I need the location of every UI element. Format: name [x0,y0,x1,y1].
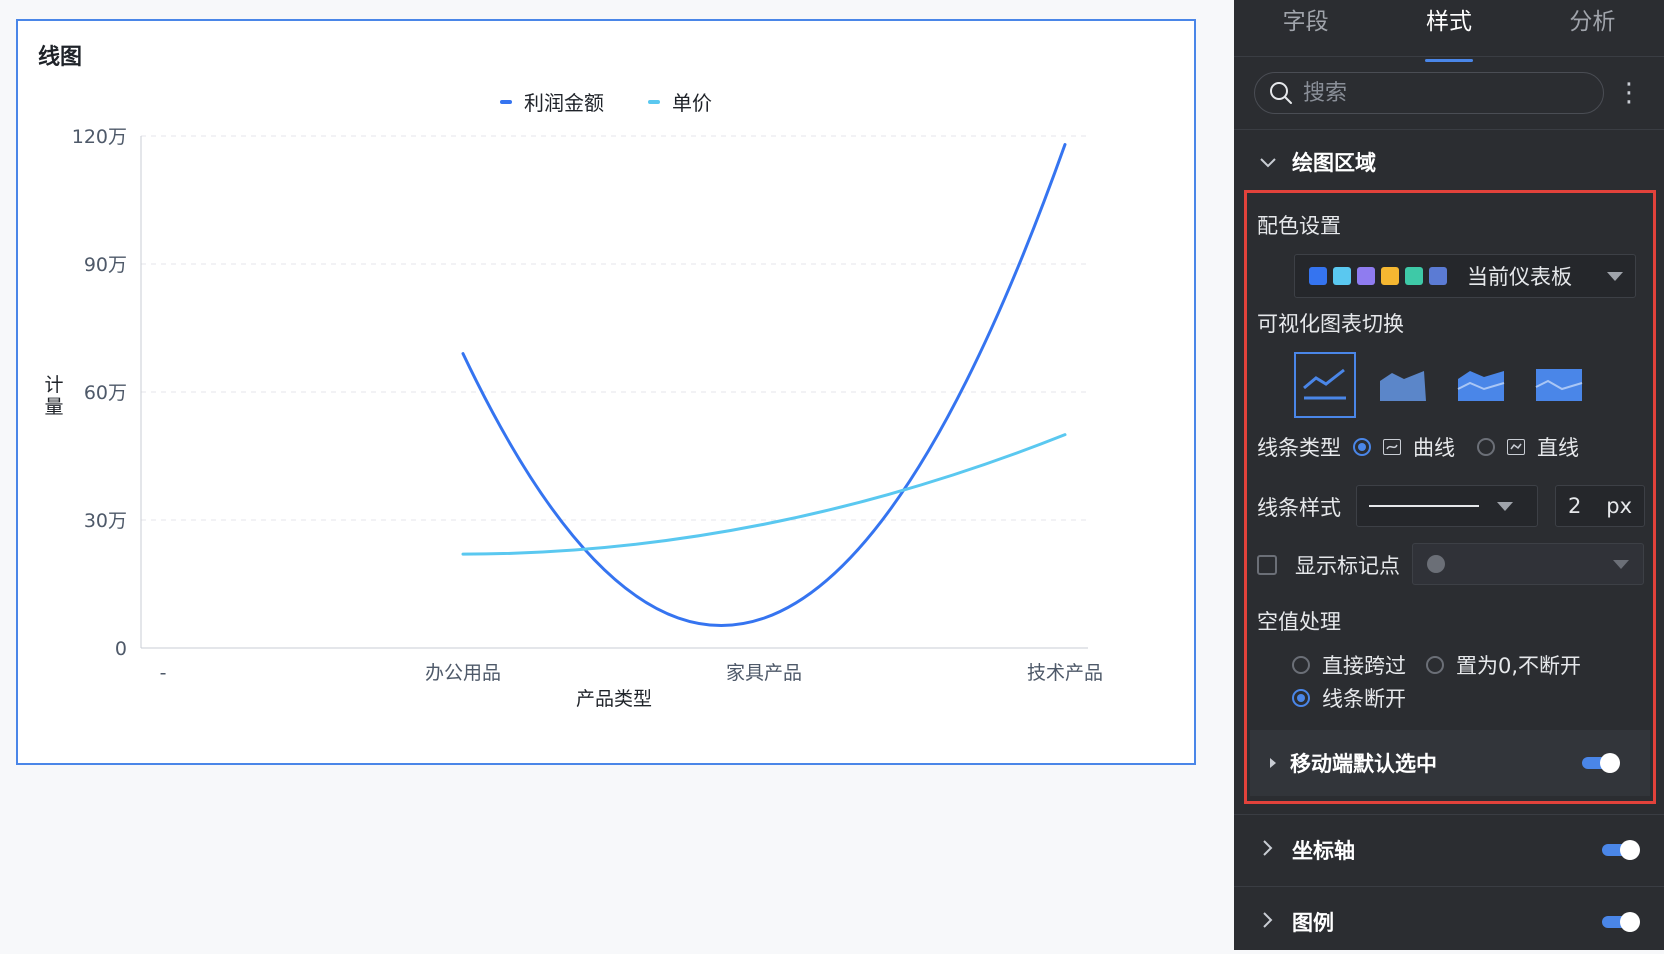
chart-type-options [1294,352,1590,418]
straight-line-icon [1507,439,1525,455]
color-swatch [1429,267,1447,285]
radio-break[interactable] [1292,689,1310,707]
curve-icon [1383,439,1401,455]
chevron-down-icon [1258,150,1278,174]
caret-down-icon [1613,559,1629,569]
mobile-default-toggle[interactable] [1582,753,1620,773]
area-chart-icon [1380,371,1426,401]
line-width-unit: px [1606,494,1632,518]
chart-type-stacked-area[interactable] [1450,352,1512,418]
x-tick-label: 办公用品 [425,662,501,684]
search-box[interactable] [1254,72,1604,114]
axis-toggle[interactable] [1602,840,1640,860]
line-style-label: 线条样式 [1257,496,1341,520]
percent-area-chart-icon [1535,369,1583,401]
chart-type-line[interactable] [1294,352,1356,418]
null-option-row-2: 线条断开 [1292,683,1406,713]
radio-straight[interactable] [1477,438,1495,456]
more-vertical-icon[interactable]: ⋮ [1614,78,1644,108]
line-chart-icon [1303,368,1346,400]
tab-fields[interactable]: 字段 [1234,0,1377,56]
section-plot-area-title: 绘图区域 [1292,151,1376,175]
mobile-default-label: 移动端默认选中 [1290,752,1437,776]
show-markers-checkbox[interactable] [1257,555,1277,575]
caret-down-icon [1607,271,1623,281]
line-chart: 0 30万 60万 90万 120万 - 办公用品 家具产品 技术产品产品类型 计量 [44,126,1103,710]
x-tick-label: 技术产品 [1027,662,1103,684]
color-swatch [1405,267,1423,285]
curve-label[interactable]: 曲线 [1413,432,1455,462]
null-option-row-1: 直接跨过 置为0,不断开 [1292,650,1581,680]
y-tick-label: 120万 [72,126,127,148]
search-input[interactable] [1301,79,1565,107]
radio-skip[interactable] [1292,656,1310,674]
caret-down-icon [1497,501,1513,511]
y-axis-title: 计 [44,374,63,396]
radio-curve[interactable] [1353,438,1371,456]
stacked-area-chart-icon [1457,371,1505,401]
divider [1234,886,1664,887]
section-plot-area[interactable]: 绘图区域 [1234,130,1664,194]
x-axis-title: 产品类型 [576,688,652,710]
x-tick-label: 家具产品 [726,662,802,684]
tab-style[interactable]: 样式 [1377,0,1520,62]
color-scheme-select[interactable]: 当前仪表板 [1294,254,1636,298]
color-swatch [1357,267,1375,285]
line-width-input[interactable]: 2 px [1555,485,1645,527]
section-legend-title: 图例 [1292,911,1334,935]
caret-right-icon [1270,758,1276,768]
section-axis[interactable]: 坐标轴 [1234,818,1664,882]
line-type-row: 线条类型 曲线 直线 [1257,432,1579,462]
show-markers-row: 显示标记点 [1257,550,1400,580]
line-width-value: 2 [1568,494,1582,518]
straight-label[interactable]: 直线 [1537,432,1579,462]
search-row: ⋮ [1234,57,1664,130]
y-tick-label: 90万 [84,254,127,276]
marker-circle-icon [1427,555,1445,573]
y-tick-label: 60万 [84,382,127,404]
chart-type-area[interactable] [1372,352,1434,418]
color-scheme-value: 当前仪表板 [1467,265,1572,289]
chevron-right-icon [1258,910,1278,934]
zero-label[interactable]: 置为0,不断开 [1456,650,1581,680]
color-swatch [1381,267,1399,285]
y-tick-label: 0 [115,638,127,660]
color-swatch [1333,267,1351,285]
line-style-select[interactable] [1356,485,1538,527]
panel-tabs: 字段 样式 分析 [1234,0,1664,62]
mobile-default-section[interactable]: 移动端默认选中 [1250,730,1650,796]
divider [1234,814,1664,815]
chevron-right-icon [1258,838,1278,862]
y-tick-label: 30万 [84,510,127,532]
line-type-label: 线条类型 [1257,436,1341,460]
skip-label[interactable]: 直接跨过 [1322,650,1406,680]
search-icon [1270,82,1292,104]
break-label[interactable]: 线条断开 [1322,683,1406,713]
chart-switch-label: 可视化图表切换 [1257,312,1404,336]
legend-toggle[interactable] [1602,912,1640,932]
chart-card[interactable]: 线图 利润金额 单价 0 30万 60万 90万 120万 - 办公用品 家具产品 技术产品 产品… [16,19,1196,765]
radio-zero[interactable] [1426,656,1444,674]
show-markers-label[interactable]: 显示标记点 [1295,550,1400,580]
tab-analysis[interactable]: 分析 [1521,0,1664,56]
line-style-preview [1369,505,1479,507]
x-tick-label: - [160,662,167,684]
marker-shape-select[interactable] [1412,543,1644,585]
color-setting-label: 配色设置 [1257,214,1341,238]
section-legend[interactable]: 图例 [1234,890,1664,954]
chart-type-percent-area[interactable] [1528,352,1590,418]
y-axis-title: 量 [44,396,63,418]
series-line-1[interactable] [461,433,1067,556]
section-axis-title: 坐标轴 [1292,839,1355,863]
color-swatch [1309,267,1327,285]
null-handling-label: 空值处理 [1257,610,1341,634]
series-line-0[interactable] [461,143,1067,627]
